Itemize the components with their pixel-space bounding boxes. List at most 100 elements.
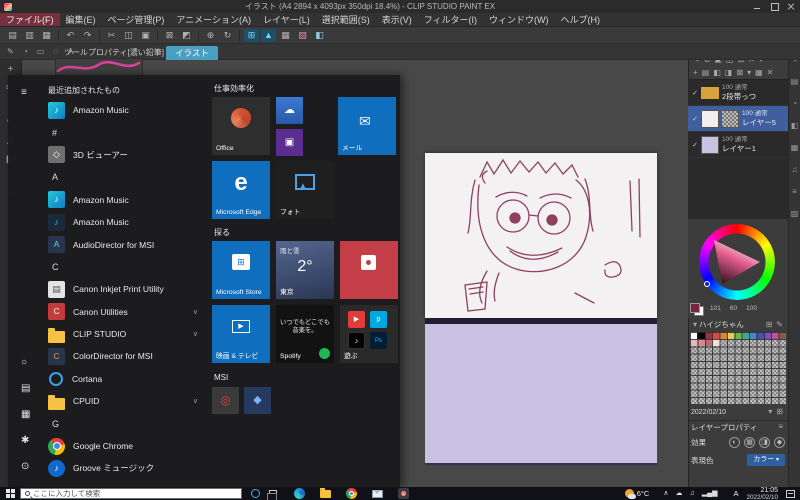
- weather-tile[interactable]: 雨と雪 2° 東京: [276, 241, 334, 299]
- grid-icon[interactable]: ▦: [278, 29, 293, 42]
- menu-item[interactable]: ウィンドウ(W): [483, 13, 555, 26]
- extract-line-icon[interactable]: ◨: [759, 436, 770, 448]
- menu-item[interactable]: 編集(E): [60, 13, 102, 26]
- color-panel-tab[interactable]: ◧: [791, 121, 799, 130]
- color-swatch[interactable]: [749, 332, 757, 340]
- info-panel-tab[interactable]: ▧: [791, 209, 799, 218]
- start-app-item[interactable]: A: [48, 166, 204, 188]
- start-app-item[interactable]: 最近追加されたもの: [48, 81, 204, 99]
- user-account-icon[interactable]: ○: [21, 357, 27, 369]
- color-set-add-icon[interactable]: ⊞: [776, 407, 783, 417]
- color-swatch[interactable]: [726, 332, 735, 340]
- weather-temp[interactable]: 6°C: [637, 489, 650, 498]
- color-swatch[interactable]: [697, 339, 705, 347]
- tray-expand-icon[interactable]: ∧: [663, 490, 668, 498]
- documents-icon[interactable]: ▤: [21, 383, 30, 395]
- cut-icon[interactable]: ✂: [104, 29, 119, 42]
- color-set-grid-icon[interactable]: ⊞: [766, 320, 773, 330]
- action-center-icon[interactable]: [786, 489, 795, 498]
- maximize-button[interactable]: [766, 0, 783, 13]
- taskbar-search[interactable]: [20, 488, 242, 499]
- paste-icon[interactable]: ▣: [138, 29, 153, 42]
- menu-item[interactable]: 表示(V): [376, 13, 418, 26]
- brush-size-panel-tab[interactable]: ◔: [792, 99, 797, 108]
- chevron-down-icon[interactable]: ∨: [193, 397, 198, 405]
- clear-layer-icon[interactable]: ✕: [767, 68, 774, 78]
- material-panel-tab[interactable]: ♫: [792, 165, 798, 174]
- onedrive-tile[interactable]: [276, 97, 303, 124]
- menu-item[interactable]: ファイル(F): [0, 13, 60, 26]
- menu-item[interactable]: ヘルプ(H): [555, 13, 607, 26]
- color-set-edit-icon[interactable]: ✎: [776, 320, 783, 330]
- color-swatch[interactable]: [690, 339, 698, 347]
- pen-subtool-icon[interactable]: ✎: [4, 46, 17, 58]
- marker-subtool-icon[interactable]: ▭: [34, 46, 47, 58]
- snap-ruler-icon[interactable]: ⊞: [244, 28, 259, 42]
- separator[interactable]: [198, 29, 199, 41]
- menu-item[interactable]: レイヤー(L): [257, 13, 316, 26]
- start-app-item[interactable]: C: [48, 256, 204, 278]
- onenote-tile[interactable]: [276, 129, 303, 156]
- material-icon[interactable]: ▧: [295, 29, 310, 42]
- expression-color-icon[interactable]: ◆: [774, 436, 785, 448]
- new-layer-icon[interactable]: +: [693, 68, 698, 78]
- layer-color-icon[interactable]: ▦: [755, 68, 763, 78]
- start-button[interactable]: [6, 489, 10, 493]
- network-tray-icon[interactable]: ▂▄▆: [702, 490, 718, 498]
- layer-visibility-icon[interactable]: [690, 89, 700, 97]
- power-icon[interactable]: ⊙: [21, 461, 29, 473]
- border-effect-icon[interactable]: ◐: [729, 436, 740, 448]
- edge-tile[interactable]: Microsoft Edge: [212, 161, 270, 219]
- taskbar-clock[interactable]: 21:05 2022/02/10: [746, 487, 778, 500]
- start-app-item[interactable]: AudioDirector for MSI: [48, 233, 204, 255]
- clip-studio-taskbar-icon[interactable]: [398, 488, 409, 499]
- palette-dock-icon[interactable]: ◧: [312, 29, 327, 42]
- color-set-panel-tab[interactable]: ▦: [791, 143, 799, 152]
- panel-menu-icon[interactable]: ≡: [778, 422, 783, 432]
- transfer-layer-icon[interactable]: ◨: [725, 68, 733, 78]
- merge-below-icon[interactable]: ◧: [713, 68, 721, 78]
- hue-marker[interactable]: [704, 281, 710, 287]
- redo-icon[interactable]: ↷: [80, 29, 95, 42]
- start-app-item[interactable]: Canon Inkjet Print Utility: [48, 278, 204, 300]
- color-swatch[interactable]: [719, 332, 727, 340]
- color-swatch[interactable]: [756, 332, 764, 340]
- close-button[interactable]: [783, 0, 800, 13]
- menu-item[interactable]: アニメーション(A): [170, 13, 257, 26]
- delete-layer-icon[interactable]: ⊠: [736, 68, 743, 78]
- deselect-icon[interactable]: ⊠: [162, 29, 177, 42]
- news-tile[interactable]: [340, 241, 398, 299]
- start-app-item[interactable]: Canon Utilities ∨: [48, 301, 204, 323]
- separator[interactable]: [239, 29, 240, 41]
- color-swatch[interactable]: [712, 339, 720, 347]
- new-folder-icon[interactable]: ▤: [702, 68, 710, 78]
- color-swatch[interactable]: [763, 332, 772, 340]
- undo-icon[interactable]: ↶: [63, 29, 78, 42]
- play-folder-tile[interactable]: 遊ぶ: [340, 305, 398, 363]
- color-set-date-name[interactable]: 2022/02/10: [691, 409, 726, 416]
- separator[interactable]: [58, 29, 59, 41]
- menu-item[interactable]: ページ管理(P): [102, 13, 171, 26]
- navigator-panel-tab[interactable]: ≡: [792, 187, 797, 196]
- brush-size-icon[interactable]: ◔: [19, 46, 32, 58]
- zoom-icon[interactable]: ⊕: [203, 29, 218, 42]
- separator[interactable]: [99, 29, 100, 41]
- start-app-item[interactable]: #: [48, 121, 204, 143]
- mail-tile[interactable]: ✉ メール: [338, 97, 396, 155]
- microsoft-store-tile[interactable]: Microsoft Store: [212, 241, 270, 299]
- canvas-tab[interactable]: イラスト: [166, 46, 218, 60]
- chrome-taskbar-icon[interactable]: [346, 488, 357, 499]
- start-app-item[interactable]: Google Chrome: [48, 435, 204, 457]
- minimize-button[interactable]: [749, 0, 766, 13]
- office-tile[interactable]: Office: [212, 97, 270, 155]
- canvas-page-sketch[interactable]: [425, 153, 657, 318]
- layer-row[interactable]: 100 通常 レイヤー1: [688, 132, 788, 158]
- search-input[interactable]: [33, 489, 213, 498]
- color-set-select-icon[interactable]: ▾: [768, 407, 772, 417]
- mask-icon[interactable]: ▾: [747, 68, 751, 78]
- movies-tv-tile[interactable]: 映画 & テレビ: [212, 305, 270, 363]
- color-swatch[interactable]: [778, 332, 786, 340]
- start-app-item[interactable]: Cortana: [48, 368, 204, 390]
- edge-taskbar-icon[interactable]: [294, 488, 305, 499]
- settings-gear-icon[interactable]: ✱: [21, 435, 29, 447]
